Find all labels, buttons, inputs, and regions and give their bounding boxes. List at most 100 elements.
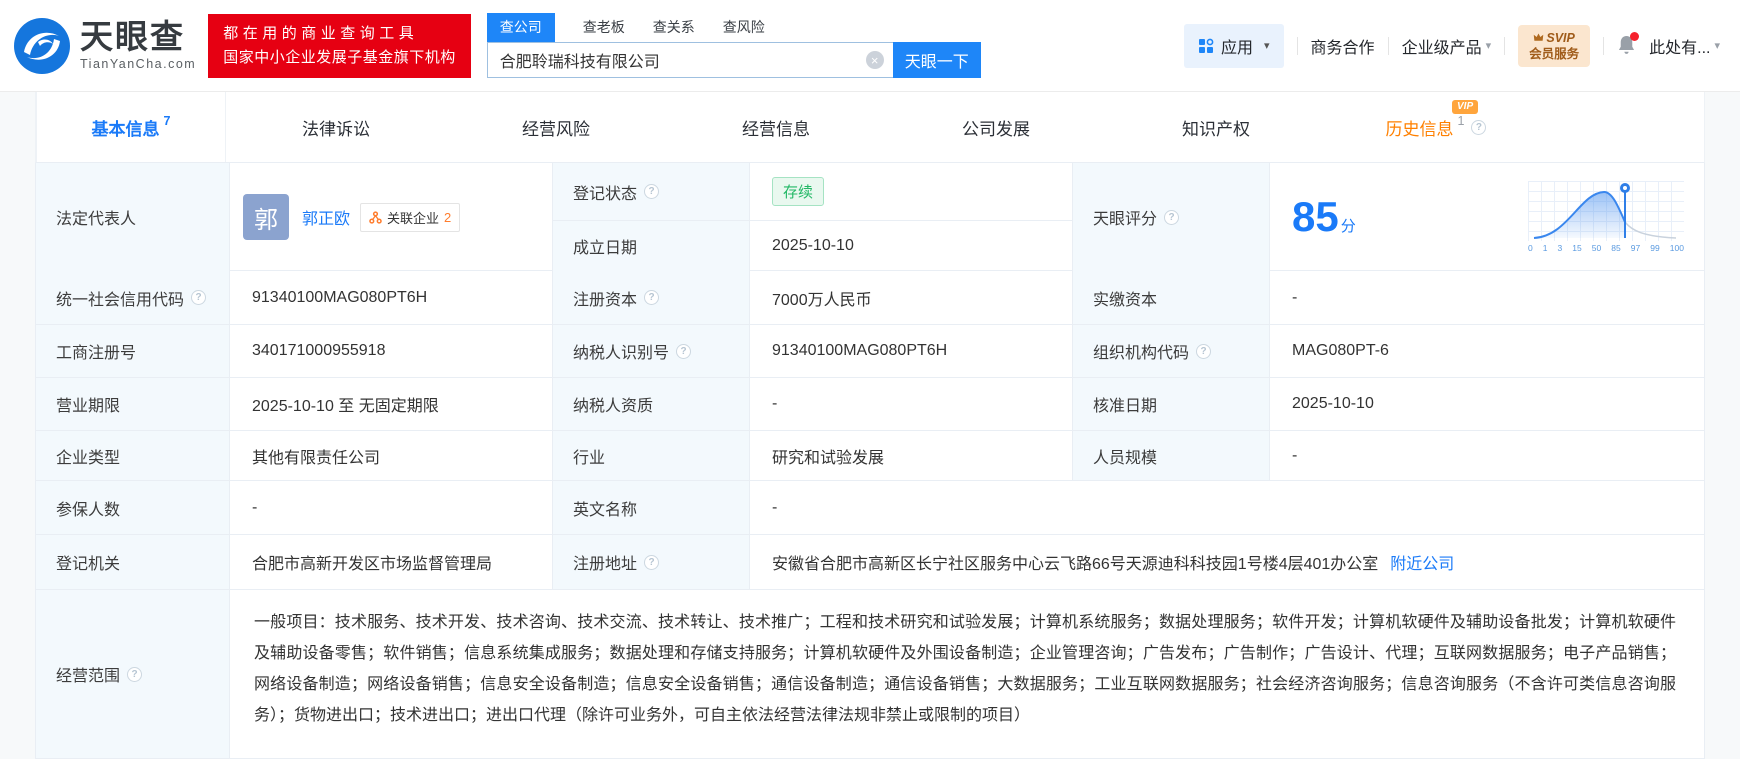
label-text: 成立日期 [573, 240, 638, 257]
english-name-value: - [750, 481, 1704, 534]
nearby-companies-link[interactable]: 附近公司 [1390, 550, 1454, 574]
value-text: - [772, 498, 778, 516]
enterprise-products-menu[interactable]: 企业级产品 [1402, 34, 1492, 58]
help-icon[interactable] [644, 554, 660, 570]
label-text: 参保人数 [56, 501, 121, 519]
apps-menu-label: 应用 [1221, 39, 1254, 57]
label-text: 行业 [573, 449, 606, 467]
status-badge: 存续 [772, 177, 825, 206]
divider [1504, 36, 1506, 55]
label-text: 纳税人识别号 [573, 345, 670, 362]
search-button[interactable]: 天眼一下 [892, 42, 981, 78]
help-icon[interactable] [1196, 343, 1212, 359]
label-text: 登记机关 [56, 556, 121, 573]
industry-label: 行业 [553, 431, 750, 480]
slogan-line2: 国家中小企业发展子基金旗下机构 [223, 48, 456, 66]
label-text: 人员规模 [1093, 449, 1158, 467]
tab-label: 法律诉讼 [302, 119, 370, 139]
search-tab-company[interactable]: 查公司 [486, 13, 555, 42]
tab-operating-risk[interactable]: 经营风险 [446, 92, 666, 162]
axis-tick: 15 [1572, 243, 1582, 253]
search-input-wrap [486, 42, 893, 78]
value-text: - [1292, 446, 1298, 464]
related-companies-badge[interactable]: 关联企业 2 [360, 202, 461, 232]
notifications-button[interactable] [1617, 32, 1640, 56]
apps-grid-icon [1199, 38, 1214, 53]
value-text: 安徽省合肥市高新区长宁社区服务中心云飞路66号天源迪科科技园1号楼4层401办公… [772, 556, 1379, 573]
value-text: - [772, 395, 778, 412]
tianyancha-logo[interactable]: 天眼查 TianYanCha.com [14, 17, 196, 74]
basic-info-table: 法定代表人 郭 郭正欧 关联企业 2 登记状态 ? 存续 成立日期 2025-1… [35, 163, 1705, 759]
label-text: 注册资本 [573, 291, 638, 309]
value-text: - [1292, 288, 1298, 306]
business-cooperation-link[interactable]: 商务合作 [1311, 34, 1375, 58]
user-account-label: 此处有... [1649, 39, 1711, 57]
biz-term-label: 营业期限 [36, 378, 230, 430]
insured-count-label: 参保人数 [36, 481, 230, 534]
org-code-value: MAG080PT-6 [1270, 325, 1704, 377]
user-account-menu[interactable]: 此处有... [1649, 34, 1720, 58]
label-text: 组织机构代码 [1093, 345, 1190, 362]
search-tab-relation[interactable]: 查关系 [653, 13, 695, 42]
help-icon[interactable] [644, 290, 660, 305]
search-input[interactable] [486, 42, 893, 78]
est-date-label: 成立日期 [553, 221, 750, 271]
help-icon[interactable] [1164, 209, 1180, 225]
slogan-banner: 都在用的商业查询工具 国家中小企业发展子基金旗下机构 [208, 13, 471, 78]
help-icon[interactable] [644, 184, 660, 199]
search-tab-risk[interactable]: 查风险 [723, 13, 765, 42]
divider [1387, 36, 1389, 55]
tianyancha-logo-icon [14, 17, 70, 74]
svip-member-button[interactable]: SVIP 会员服务 [1518, 24, 1591, 67]
taxpayer-quality-value: - [750, 378, 1073, 430]
axis-tick: 0 [1528, 243, 1533, 253]
score-label: 天眼评分 [1073, 163, 1270, 271]
score-chart: 0 1 3 15 50 85 97 99 100 [1528, 181, 1684, 253]
reg-capital-label: 注册资本 [553, 271, 750, 324]
score-value: 85 分 0 1 3 15 50 85 97 99 100 [1270, 163, 1704, 271]
label-text: 统一社会信用代码 [56, 291, 185, 309]
tab-label: 经营风险 [522, 119, 590, 139]
notification-dot [1630, 32, 1640, 41]
tab-label: 基本信息 [91, 119, 160, 139]
top-header: 天眼查 TianYanCha.com 都在用的商业查询工具 国家中小企业发展子基… [0, 0, 1740, 92]
label-text: 法定代表人 [56, 211, 137, 228]
company-type-value: 其他有限责任公司 [230, 431, 553, 480]
tab-count: 7 [163, 114, 171, 128]
value-text: 2025-10-10 至 无固定期限 [252, 398, 439, 415]
staff-size-label: 人员规模 [1073, 431, 1270, 480]
help-icon[interactable] [676, 343, 692, 359]
label-text: 天眼评分 [1093, 211, 1158, 228]
tab-company-development[interactable]: 公司发展 [886, 92, 1106, 162]
tab-legal-proceedings[interactable]: 法律诉讼 [226, 92, 446, 162]
label-text: 登记状态 [573, 185, 638, 203]
clear-icon[interactable] [865, 51, 884, 69]
search-tab-boss[interactable]: 查老板 [583, 13, 625, 42]
english-name-label: 英文名称 [553, 481, 750, 534]
help-icon[interactable] [1471, 119, 1487, 135]
enterprise-products-label: 企业级产品 [1401, 39, 1482, 57]
divider [1296, 36, 1298, 55]
legal-rep-name-link[interactable]: 郭正欧 [302, 205, 350, 229]
tab-intellectual-property[interactable]: 知识产权 [1106, 92, 1326, 162]
slogan-line1: 都在用的商业查询工具 [223, 24, 419, 42]
svip-crown-icon [1534, 33, 1544, 41]
apps-menu[interactable]: 应用 [1184, 23, 1284, 68]
help-icon[interactable] [191, 290, 207, 305]
taxpayer-id-label: 纳税人识别号 [553, 325, 750, 377]
tab-operating-info[interactable]: 经营信息 [666, 92, 886, 162]
avatar[interactable]: 郭 [243, 194, 289, 240]
staff-size-value: - [1270, 431, 1704, 480]
tab-label: 历史信息 [1385, 119, 1454, 139]
reg-capital-value: 7000万人民币 [750, 271, 1073, 324]
header-menu: 应用 商务合作 企业级产品 SVIP 会员服务 [1184, 23, 1720, 68]
tab-basic-info[interactable]: 基本信息 7 [36, 92, 226, 162]
help-icon[interactable] [127, 666, 143, 682]
content: 基本信息 7 法律诉讼 经营风险 经营信息 公司发展 知识产权 历史信息 1 ?… [35, 92, 1705, 759]
reg-status-label: 登记状态 [553, 163, 750, 221]
logo-title: 天眼查 [80, 18, 185, 55]
value-text: 研究和试验发展 [772, 449, 885, 467]
label-text: 英文名称 [573, 501, 638, 519]
tab-history-info[interactable]: 历史信息 1 VIP [1326, 92, 1546, 162]
est-date-value: 2025-10-10 [750, 221, 1073, 271]
